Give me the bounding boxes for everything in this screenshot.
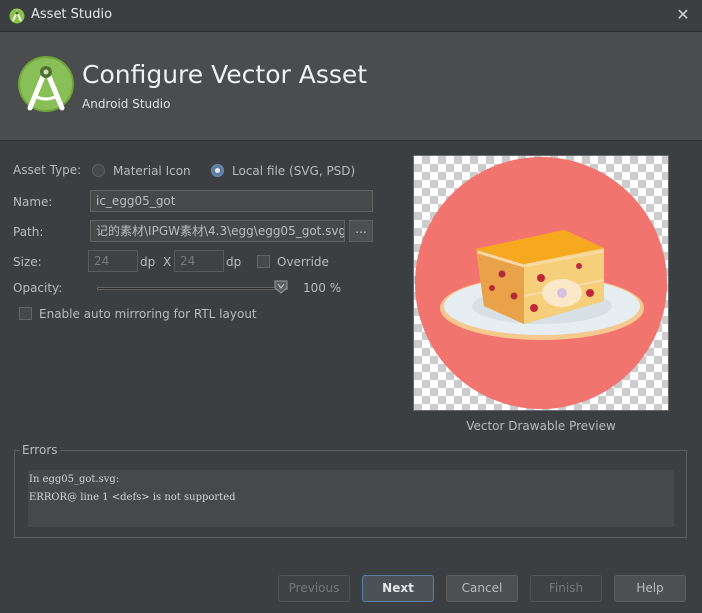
android-studio-logo <box>18 56 74 112</box>
height-unit: dp <box>226 255 242 269</box>
material-icon-radio[interactable] <box>92 164 105 177</box>
window-title: Asset Studio <box>31 7 113 22</box>
dialog-title: Configure Vector Asset <box>82 60 368 89</box>
preview-caption: Vector Drawable Preview <box>466 419 616 433</box>
errors-title: Errors <box>20 443 60 457</box>
finish-button[interactable]: Finish <box>530 575 602 602</box>
browse-button[interactable]: ... <box>349 220 373 242</box>
vector-preview <box>413 155 669 411</box>
close-icon[interactable]: ✕ <box>674 6 692 24</box>
help-button[interactable]: Help <box>614 575 686 602</box>
size-label: Size: <box>13 255 42 269</box>
android-studio-icon <box>9 8 25 24</box>
material-icon-label: Material Icon <box>113 164 191 178</box>
opacity-label: Opacity: <box>13 281 63 295</box>
path-input[interactable]: 记的素材\IPGW素材\4.3\egg\egg05_got.svg <box>90 220 345 242</box>
dialog-header: Configure Vector Asset Android Studio <box>0 32 702 141</box>
cake-drawable-image <box>415 157 667 409</box>
name-input[interactable]: ic_egg05_got <box>90 190 373 212</box>
local-file-radio[interactable] <box>211 164 224 177</box>
error-line: In egg05_got.svg: <box>29 474 120 485</box>
cancel-button[interactable]: Cancel <box>446 575 518 602</box>
rtl-checkbox[interactable] <box>19 307 32 320</box>
dialog-subtitle: Android Studio <box>82 97 171 111</box>
width-input[interactable]: 24 <box>88 250 138 272</box>
override-label: Override <box>277 255 329 269</box>
opacity-slider-track[interactable] <box>97 287 288 290</box>
opacity-slider-thumb[interactable] <box>274 280 288 294</box>
rtl-label: Enable auto mirroring for RTL layout <box>39 307 257 321</box>
asset-type-label: Asset Type: <box>13 163 82 177</box>
name-label: Name: <box>13 195 53 209</box>
size-times: X <box>163 255 172 269</box>
error-line: ERROR@ line 1 <defs> is not supported <box>29 492 236 503</box>
width-unit: dp <box>140 255 156 269</box>
previous-button[interactable]: Previous <box>278 575 350 602</box>
title-bar: Asset Studio ✕ <box>0 0 702 32</box>
path-label: Path: <box>13 225 44 239</box>
asset-studio-window: Asset Studio ✕ Configure Vector Asset An… <box>0 0 702 613</box>
opacity-value: 100 % <box>303 281 342 295</box>
next-button[interactable]: Next <box>362 575 434 602</box>
local-file-label: Local file (SVG, PSD) <box>232 164 356 178</box>
override-checkbox[interactable] <box>257 255 270 268</box>
height-input[interactable]: 24 <box>174 250 224 272</box>
